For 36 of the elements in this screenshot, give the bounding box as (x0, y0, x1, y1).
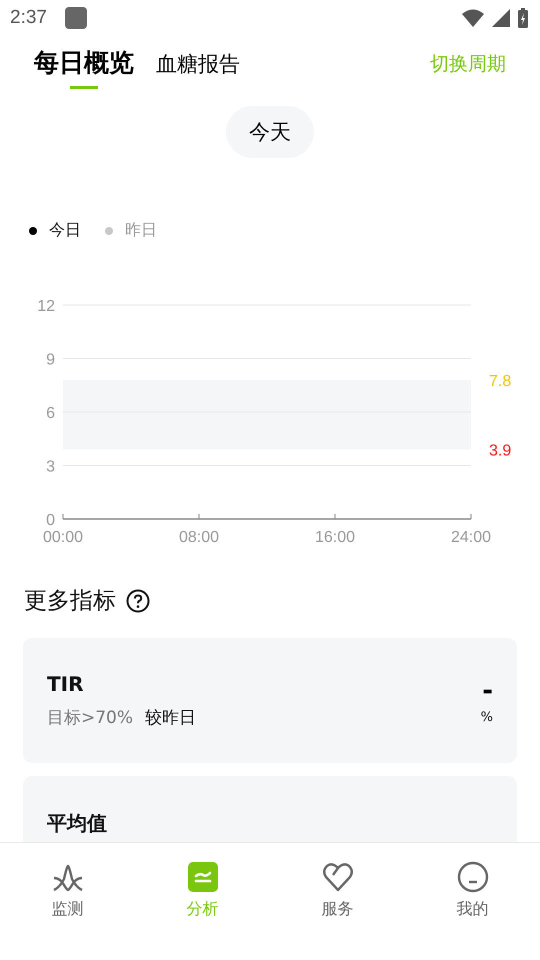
metric-value: - (482, 676, 493, 706)
metric-target: 目标>70% (47, 707, 134, 729)
tab[interactable]: 血糖报告 (156, 50, 240, 88)
chart-icon (186, 861, 218, 893)
notification-icon (64, 7, 87, 29)
range-limit-label: 3.9 (489, 442, 512, 460)
nav-item[interactable]: 服务 (270, 861, 405, 920)
x-tick-label: 08:00 (178, 529, 220, 545)
metric-title: 平均值 (47, 810, 107, 837)
heart-icon (322, 861, 354, 893)
metric-card[interactable]: 平均值 (23, 776, 517, 842)
y-tick-label: 9 (46, 352, 55, 368)
battery-icon (518, 8, 528, 28)
wifi-icon (462, 9, 484, 27)
metric-unit: % (480, 710, 493, 725)
x-tick-label: 24:00 (450, 529, 492, 545)
compare-label: 较昨日 (145, 707, 196, 729)
help-icon[interactable] (126, 588, 150, 612)
y-tick-label: 3 (46, 458, 55, 476)
legend-label: 今日 (49, 220, 81, 241)
date-pill[interactable]: 今天 (226, 106, 314, 158)
y-tick-label: 6 (46, 405, 55, 422)
status-time: 2:37 (10, 7, 47, 29)
nav-item[interactable]: 我的 (405, 861, 540, 920)
metric-title: TIR (47, 672, 84, 696)
y-tick-label: 12 (37, 298, 55, 315)
y-tick-label: 0 (46, 512, 55, 529)
signal-icon (492, 9, 510, 27)
nav-item[interactable]: 监测 (0, 861, 135, 920)
section-title: 更多指标 (24, 587, 116, 616)
metric-card[interactable]: TIR 目标>70% 较昨日 - % (23, 638, 517, 763)
range-limit-label: 7.8 (489, 372, 512, 390)
x-tick-label: 16:00 (314, 529, 356, 545)
face-icon (456, 861, 488, 893)
legend-label: 昨日 (125, 220, 157, 241)
x-tick-label: 00:00 (42, 529, 84, 545)
